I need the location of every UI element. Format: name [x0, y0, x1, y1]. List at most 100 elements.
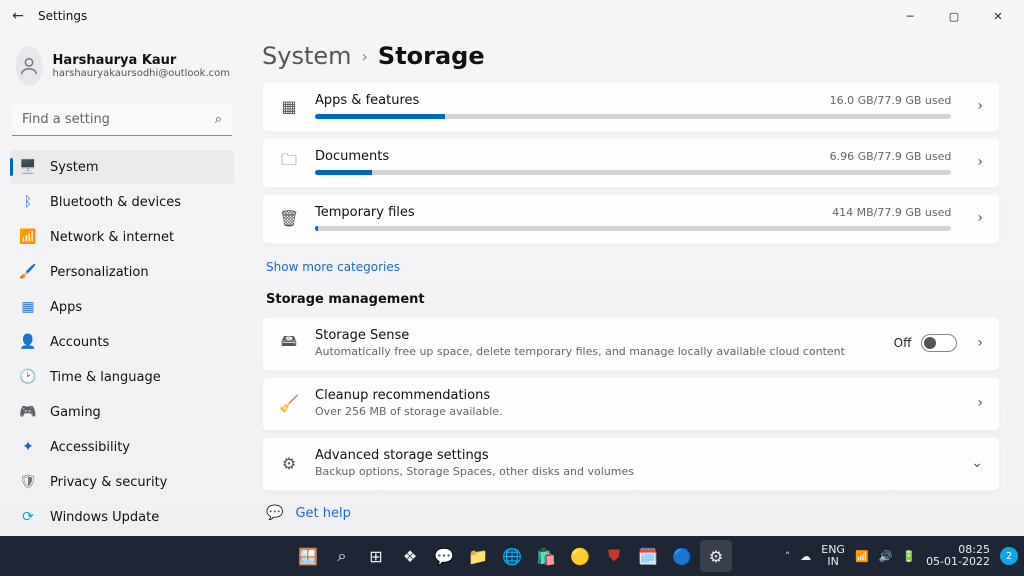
minimize-button[interactable]: ─ [888, 0, 932, 32]
onedrive-icon[interactable]: ☁ [800, 550, 811, 563]
mgmt-subtitle: Backup options, Storage Spaces, other di… [315, 465, 945, 478]
nav-label: Gaming [50, 405, 101, 420]
sidebar-item-network-internet[interactable]: 📶 Network & internet [10, 220, 234, 254]
chevron-right-icon: › [967, 210, 983, 226]
sidebar-item-time-language[interactable]: 🕑 Time & language [10, 360, 234, 394]
sidebar-item-gaming[interactable]: 🎮 Gaming [10, 395, 234, 429]
profile-name: Harshaurya Kaur [53, 53, 230, 68]
category-usage: 16.0 GB/77.9 GB used [830, 94, 952, 107]
nav-icon: ᛒ [20, 194, 36, 210]
usage-bar [315, 170, 951, 175]
mgmt-card[interactable]: 🧹 Cleanup recommendations Over 256 MB of s… [262, 377, 1000, 431]
profile-block[interactable]: Harshaurya Kaur harshauryakaursodhi@outl… [6, 40, 238, 100]
nav-icon: ✦ [20, 439, 36, 455]
breadcrumb: System › Storage [262, 42, 1000, 70]
chevron-right-icon: › [967, 335, 983, 351]
notification-badge[interactable]: 2 [1000, 547, 1018, 565]
mgmt-icon: 🧹 [279, 393, 299, 413]
volume-icon[interactable]: 🔊 [879, 550, 893, 563]
battery-icon[interactable]: 🔋 [902, 550, 916, 563]
breadcrumb-current: Storage [378, 42, 485, 70]
search-icon: ⌕ [215, 112, 222, 127]
nav-label: Time & language [50, 370, 161, 385]
tray-chevron-icon[interactable]: ˄ [785, 550, 791, 563]
mgmt-card[interactable]: 🖴Storage SenseAutomatically free up spac… [262, 317, 1000, 371]
chevron-right-icon: › [967, 98, 983, 114]
help-icon: 💬 [266, 505, 283, 521]
wifi-icon[interactable]: 📶 [855, 550, 869, 563]
sidebar-item-accounts[interactable]: 👤 Accounts [10, 325, 234, 359]
mgmt-title: Advanced storage settings [315, 448, 945, 463]
mgmt-card[interactable]: ⚙ Advanced storage settings Backup options… [262, 437, 1000, 491]
breadcrumb-parent[interactable]: System [262, 42, 352, 70]
mgmt-subtitle: Over 256 MB of storage available. [315, 405, 951, 418]
storage-category-card[interactable]: ▦ Apps & features 16.0 GB/77.9 GB used › [262, 82, 1000, 132]
get-help-link[interactable]: Get help [295, 506, 350, 521]
taskbar: 🪟 ⌕ ⊞ ❖ 💬 📁 🌐 🛍️ 🟡 ⛊ 🗓️ 🔵 ⚙ ˄ ☁ ENG IN 📶… [0, 536, 1024, 576]
toggle-label: Off [894, 336, 912, 350]
profile-email: harshauryakaursodhi@outlook.com [53, 68, 230, 79]
nav-label: Bluetooth & devices [50, 195, 181, 210]
sidebar-item-personalization[interactable]: 🖌️Personalization [10, 255, 234, 289]
close-button[interactable]: ✕ [976, 0, 1020, 32]
avatar-icon [16, 46, 43, 86]
toggle-switch[interactable] [921, 334, 957, 352]
chevron-icon: › [967, 395, 983, 411]
taskbar-search-icon[interactable]: ⌕ [326, 540, 358, 572]
category-icon: 🗑 [279, 208, 299, 228]
mgmt-title: Cleanup recommendations [315, 388, 951, 403]
nav-icon: 📶 [20, 229, 36, 245]
nav-label: System [50, 160, 98, 175]
storage-category-card[interactable]: 🗑Temporary files414 MB/77.9 GB used› [262, 194, 1000, 244]
mgmt-icon: ⚙ [279, 453, 299, 473]
chrome-icon[interactable]: 🔵 [666, 540, 698, 572]
app-icon-2[interactable]: 🗓️ [632, 540, 664, 572]
show-more-link[interactable]: Show more categories [266, 260, 400, 274]
nav-label: Privacy & security [50, 475, 167, 490]
nav-label: Personalization [50, 265, 149, 280]
chevron-right-icon: › [967, 154, 983, 170]
nav-icon: 🕑 [20, 369, 36, 385]
nav-icon: 🛡 [20, 474, 36, 490]
nav-label: Windows Update [50, 510, 159, 525]
search-input[interactable] [12, 104, 232, 136]
nav-icon: 🎮 [20, 404, 36, 420]
sidebar-item-windows-update[interactable]: ⟳ Windows Update [10, 500, 234, 534]
storage-category-card[interactable]: 🗀Documents6.96 GB/77.9 GB used› [262, 138, 1000, 188]
nav-label: Apps [50, 300, 82, 315]
mgmt-title: Storage Sense [315, 328, 878, 343]
mcafee-icon[interactable]: ⛊ [598, 540, 630, 572]
edge-icon[interactable]: 🌐 [496, 540, 528, 572]
maximize-button[interactable]: ▢ [932, 0, 976, 32]
mgmt-subtitle: Automatically free up space, delete temp… [315, 345, 878, 358]
explorer-icon[interactable]: 📁 [462, 540, 494, 572]
clock[interactable]: 08:25 05-01-2022 [926, 544, 990, 568]
task-view-icon[interactable]: ⊞ [360, 540, 392, 572]
start-button[interactable]: 🪟 [292, 540, 324, 572]
widgets-icon[interactable]: ❖ [394, 540, 426, 572]
chevron-icon: ⌄ [961, 455, 983, 471]
language-indicator[interactable]: ENG IN [821, 544, 845, 568]
nav-icon: 👤 [20, 334, 36, 350]
nav-icon: ⟳ [20, 509, 36, 525]
app-icon-1[interactable]: 🟡 [564, 540, 596, 572]
sidebar-item-bluetooth-devices[interactable]: ᛒ Bluetooth & devices [10, 185, 234, 219]
sidebar-item-system[interactable]: 🖥️ System [10, 150, 234, 184]
back-button[interactable]: ← [4, 2, 32, 30]
settings-taskbar-icon[interactable]: ⚙ [700, 540, 732, 572]
sidebar-item-apps[interactable]: ▦Apps [10, 290, 234, 324]
nav-icon: 🖥️ [20, 159, 36, 175]
category-icon: ▦ [279, 96, 299, 116]
nav-label: Accounts [50, 335, 109, 350]
chevron-right-icon: › [362, 47, 368, 66]
category-usage: 414 MB/77.9 GB used [832, 206, 951, 219]
store-icon[interactable]: 🛍️ [530, 540, 562, 572]
search-box[interactable]: ⌕ [12, 104, 232, 136]
chat-icon[interactable]: 💬 [428, 540, 460, 572]
nav-label: Network & internet [50, 230, 174, 245]
category-title: Apps & features [315, 93, 419, 108]
sidebar-item-privacy-security[interactable]: 🛡 Privacy & security [10, 465, 234, 499]
usage-bar [315, 114, 951, 119]
category-usage: 6.96 GB/77.9 GB used [830, 150, 952, 163]
sidebar-item-accessibility[interactable]: ✦Accessibility [10, 430, 234, 464]
